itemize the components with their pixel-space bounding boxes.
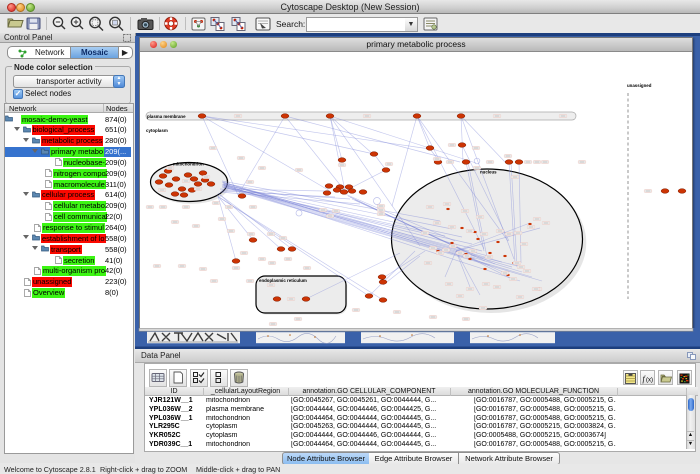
svg-text:endoplasmic reticulum: endoplasmic reticulum xyxy=(259,278,307,283)
svg-text:mitochondrion: mitochondrion xyxy=(173,162,204,167)
svg-text:nucleus: nucleus xyxy=(480,170,497,175)
svg-text:unassigned: unassigned xyxy=(627,83,652,88)
svg-text:plasma membrane: plasma membrane xyxy=(147,114,186,119)
svg-text:cytoplasm: cytoplasm xyxy=(146,128,168,133)
svg-text:(x): (x) xyxy=(646,378,653,384)
